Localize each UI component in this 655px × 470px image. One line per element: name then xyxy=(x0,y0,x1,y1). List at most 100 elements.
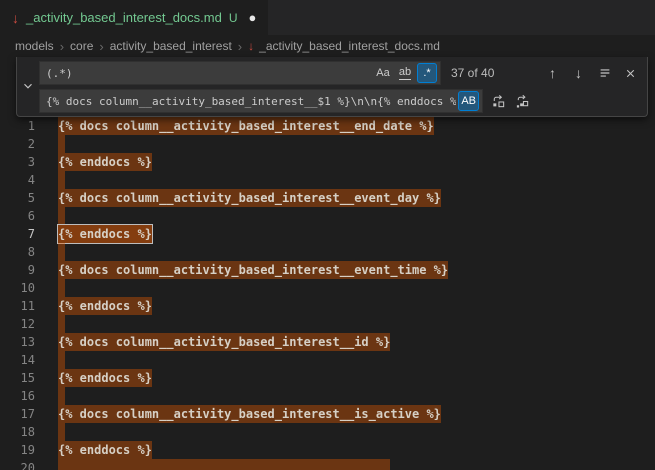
match-case-button[interactable]: Aa xyxy=(373,63,393,83)
line-number: 12 xyxy=(0,315,35,333)
line-number: 11 xyxy=(0,297,35,315)
line-number: 9 xyxy=(0,261,35,279)
find-in-selection-button[interactable] xyxy=(594,63,615,84)
current-find-match: {% enddocs %} xyxy=(58,225,152,243)
find-match-highlight: {% enddocs %} xyxy=(58,369,152,387)
find-match-highlight xyxy=(58,387,65,405)
close-icon xyxy=(624,67,637,80)
close-find-button[interactable] xyxy=(620,63,641,84)
code-line[interactable]: 2 xyxy=(0,135,655,153)
breadcrumb-item-activity-based-interest[interactable]: activity_based_interest xyxy=(110,39,232,53)
code-line[interactable]: 12 xyxy=(0,315,655,333)
find-input-container: Aa ab .* xyxy=(39,61,441,85)
find-match-highlight xyxy=(58,315,65,333)
line-number: 5 xyxy=(0,189,35,207)
line-number: 8 xyxy=(0,243,35,261)
line-number: 17 xyxy=(0,405,35,423)
line-number: 16 xyxy=(0,387,35,405)
breadcrumb-item-core[interactable]: core xyxy=(70,39,93,53)
arrow-up-icon: ↑ xyxy=(549,65,556,81)
code-line[interactable]: 1 {% docs column__activity_based_interest… xyxy=(0,117,655,135)
replace-icon xyxy=(491,94,506,109)
line-number: 2 xyxy=(0,135,35,153)
line-number: 18 xyxy=(0,423,35,441)
find-match-highlight xyxy=(58,171,65,189)
line-number: 1 xyxy=(0,117,35,135)
chevron-down-icon xyxy=(21,79,35,93)
code-line[interactable]: 13 {% docs column__activity_based_interes… xyxy=(0,333,655,351)
find-match-highlight: {% docs column__activity_based_interest_… xyxy=(58,261,448,279)
find-match-highlight xyxy=(58,423,65,441)
code-line[interactable]: 15{% enddocs %} xyxy=(0,369,655,387)
replace-input[interactable] xyxy=(42,90,456,112)
regex-button[interactable]: .* xyxy=(417,63,437,83)
arrow-down-icon: ↓ xyxy=(575,65,582,81)
code-line[interactable]: 4 xyxy=(0,171,655,189)
chevron-right-icon: › xyxy=(238,39,242,54)
code-line[interactable]: 18 xyxy=(0,423,655,441)
find-match-highlight xyxy=(58,207,65,225)
find-match-highlight: {% docs column__activity_based_interest_… xyxy=(58,333,390,351)
toggle-replace-button[interactable] xyxy=(17,61,39,110)
chevron-right-icon: › xyxy=(60,39,64,54)
breadcrumb-item-file[interactable]: ↓ _activity_based_interest_docs.md xyxy=(248,39,440,53)
line-number: 3 xyxy=(0,153,35,171)
results-count: 37 of 40 xyxy=(451,66,494,80)
line-number: 19 xyxy=(0,441,35,459)
code-line[interactable]: 17 {% docs column__activity_based_interes… xyxy=(0,405,655,423)
breadcrumb-file-label: _activity_based_interest_docs.md xyxy=(259,39,440,53)
code-line[interactable]: 10 xyxy=(0,279,655,297)
previous-match-button[interactable]: ↑ xyxy=(542,63,563,84)
code-line[interactable]: 19 {% enddocs %} xyxy=(0,441,655,459)
selection-lines-icon xyxy=(598,66,612,80)
find-match-highlight: {% enddocs %} xyxy=(58,297,152,315)
code-line[interactable]: 20 xyxy=(0,459,655,470)
find-match-highlight xyxy=(58,279,65,297)
code-line[interactable]: 16 xyxy=(0,387,655,405)
editor[interactable]: 1 {% docs column__activity_based_interest… xyxy=(0,117,655,470)
next-match-button[interactable]: ↓ xyxy=(568,63,589,84)
code-line[interactable]: 11 {% enddocs %} xyxy=(0,297,655,315)
find-match-highlight xyxy=(58,135,65,153)
code-line[interactable]: 14 xyxy=(0,351,655,369)
find-match-highlight: {% enddocs %} xyxy=(58,153,152,171)
markdown-file-icon: ↓ xyxy=(12,11,19,25)
find-match-highlight xyxy=(58,351,65,369)
find-match-highlight: {% docs column__activity_based_interest_… xyxy=(58,405,441,423)
code-line[interactable]: 7 {% enddocs %} xyxy=(0,225,655,243)
line-number: 10 xyxy=(0,279,35,297)
chevron-right-icon: › xyxy=(99,39,103,54)
find-match-highlight: {% docs column__activity_based_interest_… xyxy=(58,117,434,135)
code-line[interactable]: 9 {% docs column__activity_based_interest… xyxy=(0,261,655,279)
line-number: 14 xyxy=(0,351,35,369)
find-input[interactable] xyxy=(42,62,371,84)
line-number: 7 xyxy=(0,225,35,243)
line-number: 13 xyxy=(0,333,35,351)
replace-button[interactable] xyxy=(488,91,509,112)
line-number: 6 xyxy=(0,207,35,225)
replace-all-button[interactable] xyxy=(512,91,533,112)
find-replace-widget: Aa ab .* 37 of 40 ↑ ↓ xyxy=(16,57,648,117)
code-line[interactable]: 3 {% enddocs %} xyxy=(0,153,655,171)
modified-dot-icon[interactable]: ● xyxy=(249,11,257,24)
breadcrumb: models › core › activity_based_interest … xyxy=(0,35,655,57)
replace-all-icon xyxy=(515,94,530,109)
code-line[interactable]: 6 xyxy=(0,207,655,225)
find-match-highlight xyxy=(58,459,390,470)
code-line[interactable]: 8 xyxy=(0,243,655,261)
breadcrumb-item-models[interactable]: models xyxy=(15,39,54,53)
line-number: 4 xyxy=(0,171,35,189)
tab-bar: ↓ _activity_based_interest_docs.md U ● xyxy=(0,0,655,35)
git-status-badge: U xyxy=(229,11,238,25)
find-match-highlight: {% docs column__activity_based_interest_… xyxy=(58,189,441,207)
whole-word-button[interactable]: ab xyxy=(395,63,415,83)
tab-filename: _activity_based_interest_docs.md xyxy=(26,10,222,25)
preserve-case-button[interactable]: AB xyxy=(458,91,479,111)
line-number: 20 xyxy=(0,459,35,470)
replace-input-container: AB xyxy=(39,89,483,113)
find-match-highlight xyxy=(58,243,65,261)
code-line[interactable]: 5 {% docs column__activity_based_interest… xyxy=(0,189,655,207)
tab-activity-based-interest-docs[interactable]: ↓ _activity_based_interest_docs.md U ● xyxy=(0,0,268,35)
find-match-highlight: {% enddocs %} xyxy=(58,441,152,459)
markdown-file-icon: ↓ xyxy=(248,40,254,52)
